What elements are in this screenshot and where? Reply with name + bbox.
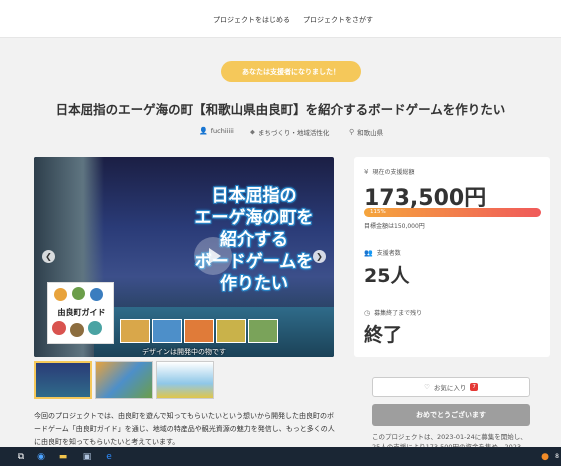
nav-find-project-link[interactable]: プロジェクトをさがす (303, 15, 373, 25)
heart-icon: ♡ (424, 383, 430, 391)
author-name[interactable]: fuchiiiii (211, 127, 234, 135)
location-name[interactable]: 和歌山県 (357, 127, 383, 137)
pin-icon: ⚲ (349, 128, 355, 136)
funding-progress-bar: 115% (364, 208, 541, 217)
category-name[interactable]: まちづくり・地域活性化 (258, 127, 330, 137)
slider-next-arrow-icon[interactable]: ❯ (313, 250, 326, 263)
raised-label: ¥ 現在の支援総額 (364, 167, 415, 177)
task-view-icon[interactable]: ⧉ (14, 450, 28, 463)
project-title: 日本屈指のエーゲ海の町【和歌山県由良町】を紹介するボードゲームを作りたい (55, 102, 506, 117)
hero-headline-line: エーゲ海の町を (194, 208, 314, 228)
tile-image (184, 319, 214, 343)
project-description: 今回のプロジェクトでは、由良町を遊んで知ってもらいたいという想いから開発した由良… (34, 412, 335, 446)
top-nav-bar: プロジェクトをはじめる プロジェクトをさがす (0, 0, 561, 38)
funding-stats-panel: ¥ 現在の支援総額 173,500円 115% 目標金額は150,000円 👥 … (354, 157, 550, 357)
tag-icon: ⬥ (250, 127, 255, 136)
store-icon[interactable]: ▣ (80, 450, 94, 463)
guide-game-board-image: 由良町ガイド (47, 282, 114, 344)
goal-text: 目標金額は150,000円 (364, 223, 425, 230)
favorite-button[interactable]: ♡ お気に入り 7 (372, 377, 530, 397)
backers-value: 25人 (364, 265, 410, 287)
windows-taskbar: ⧉ ◉ ▬ ▣ e ● 8 (0, 447, 561, 466)
thumbnail-2[interactable] (95, 361, 153, 399)
remaining-label: ◷ 募集終了まで残り (364, 308, 423, 318)
image-thumbnails (34, 361, 214, 399)
clock-icon: ◷ (364, 308, 371, 317)
thumbnail-3[interactable] (156, 361, 214, 399)
supporter-status-badge: あなたは支援者になりました！ (221, 61, 361, 82)
file-explorer-icon[interactable]: ▬ (56, 450, 70, 463)
tile-image (152, 319, 182, 343)
hero-headline-line: 作りたい (220, 274, 288, 294)
people-icon: 👥 (364, 248, 373, 257)
progress-percent: 115% (370, 209, 386, 215)
remaining-value: 終了 (364, 324, 403, 346)
tile-image (120, 319, 150, 343)
play-video-icon[interactable] (194, 237, 232, 275)
congrats-button[interactable]: おめでとうございます (372, 404, 530, 426)
project-hero-slider[interactable]: 日本屈指の エーゲ海の町を 紹介する ボードゲームを 作りたい ❮ ❯ 由良町ガ… (34, 157, 334, 357)
favorite-count-badge: 7 (470, 383, 478, 391)
internet-explorer-icon[interactable]: e (102, 450, 116, 463)
nav-start-project-link[interactable]: プロジェクトをはじめる (213, 15, 290, 25)
location-meta[interactable]: ⚲ 和歌山県 (349, 127, 383, 137)
person-icon: 👤 (199, 127, 208, 135)
backers-label: 👥 支援者数 (364, 248, 401, 258)
category-meta[interactable]: ⬥ まちづくり・地域活性化 (250, 127, 330, 138)
tile-image (216, 319, 246, 343)
tile-image (248, 319, 278, 343)
favorite-label: お気に入り (433, 384, 467, 392)
yen-icon: ¥ (364, 167, 369, 176)
tray-value: 8 (555, 453, 559, 460)
edge-browser-icon[interactable]: ◉ (34, 450, 48, 463)
guide-title: 由良町ガイド (57, 308, 106, 317)
board-tiles (120, 319, 278, 343)
hero-headline-line: 日本屈指の (211, 186, 297, 206)
author-meta[interactable]: 👤 fuchiiiii (199, 127, 234, 135)
slider-prev-arrow-icon[interactable]: ❮ (42, 250, 55, 263)
hero-caption: デザインは開発中の物です (142, 348, 226, 356)
thumbnail-1[interactable] (34, 361, 92, 399)
